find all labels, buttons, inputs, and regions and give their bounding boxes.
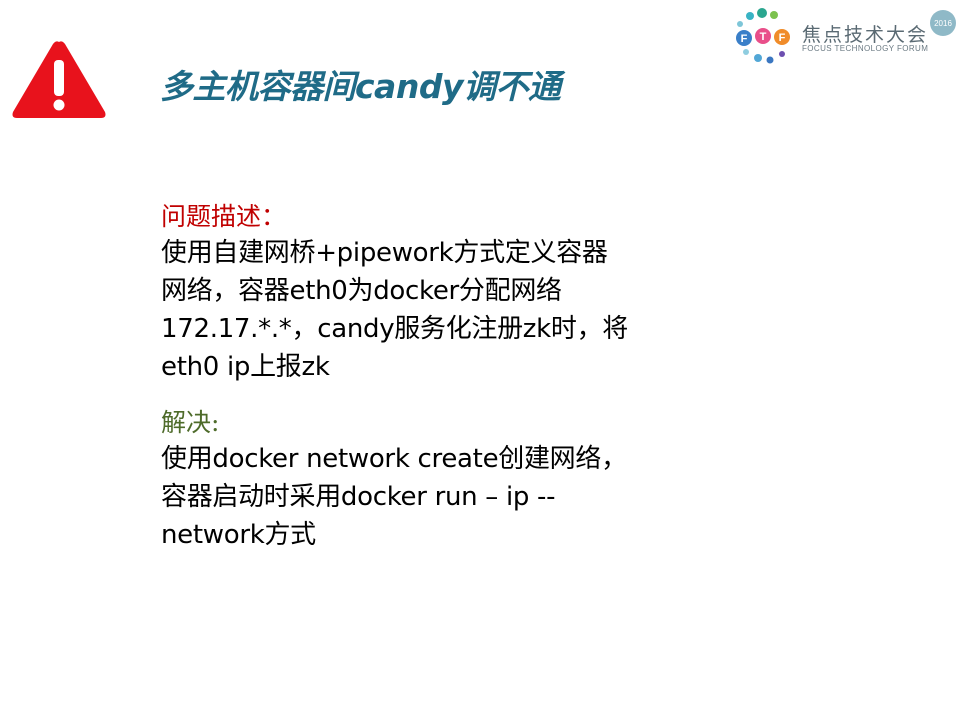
svg-text:F: F [741,33,748,45]
warning-triangle-icon [12,41,106,119]
solution-line: 容器启动时采用docker run – ip -- [161,482,556,512]
svg-text:F: F [779,32,786,44]
logo-name-en: FOCUS TECHNOLOGY FORUM [802,44,929,53]
svg-text:T: T [760,31,767,43]
forum-logo: F T F 焦点技术大会 FOCUS TECHNOLOGY FORUM 2016 [730,6,960,66]
slide-content: 问题描述： 使用自建网桥+pipework方式定义容器 网络，容器eth0为do… [161,200,761,554]
problem-line: 使用自建网桥+pipework方式定义容器 [161,238,608,268]
logo-year-badge: 2016 [930,10,956,36]
solution-line: 使用docker network create创建网络， [161,444,627,474]
ftf-logo-icon: F T F [736,8,790,64]
solution-heading: 解决: [161,408,220,437]
problem-line: 172.17.*.*，candy服务化注册zk时，将 [161,314,629,344]
problem-line: eth0 ip上报zk [161,352,330,382]
slide-title: 多主机容器间candy调不通 [160,67,561,106]
solution-line: network方式 [161,520,316,550]
problem-heading: 问题描述： [161,202,287,231]
logo-name-cn: 焦点技术大会 [802,24,929,46]
problem-line: 网络，容器eth0为docker分配网络 [161,276,562,306]
